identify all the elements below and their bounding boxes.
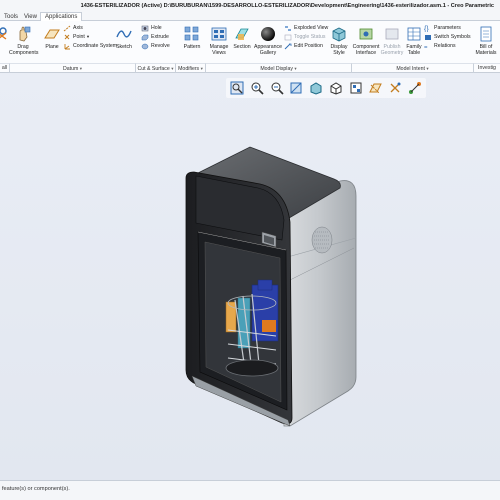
side-vent-grille bbox=[311, 226, 333, 254]
sterilizer-model[interactable] bbox=[0, 0, 500, 480]
status-message: feature(s) or component(s). bbox=[2, 486, 70, 492]
right-side-panel bbox=[283, 180, 357, 427]
status-bar: feature(s) or component(s). bbox=[0, 480, 500, 500]
